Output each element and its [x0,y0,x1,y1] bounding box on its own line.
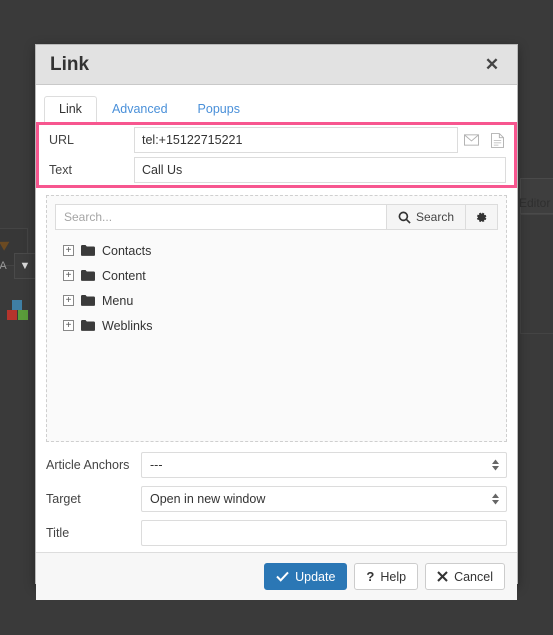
cancel-button-label: Cancel [454,569,493,584]
target-label: Target [46,492,81,506]
tree-item-weblinks[interactable]: + Weblinks [55,313,498,338]
expand-icon[interactable]: + [63,320,74,331]
tab-link[interactable]: Link [44,96,97,123]
gear-icon [475,211,488,224]
title-row: Title [46,518,507,548]
browser-options-button[interactable] [466,204,498,230]
dialog-body: Link Advanced Popups URL tel:+1512271522… [36,85,517,552]
folder-icon [81,295,95,306]
pencil-icon [0,237,12,251]
search-button[interactable]: Search [386,204,466,230]
text-field-row: Text [39,155,514,185]
help-button[interactable]: ? Help [354,563,419,590]
tree-item-label: Menu [102,293,134,308]
url-field-row: URL [39,125,514,155]
search-row: Search [55,204,498,230]
tab-popups[interactable]: Popups [183,96,255,123]
color-blocks-icon-red [7,310,17,320]
color-blocks-icon [12,300,22,310]
dialog-footer: Update ? Help Cancel [36,552,517,600]
link-browser-panel: Search + Contact [46,195,507,442]
article-anchors-row: Article Anchors --- [46,450,507,480]
tree-item-label: Contacts [102,243,152,258]
mail-icon[interactable] [458,127,484,153]
link-options: Article Anchors --- Target Open in new w… [36,442,517,548]
close-icon[interactable]: ✕ [481,54,503,76]
color-blocks-icon-green [18,310,28,320]
expand-icon[interactable]: + [63,270,74,281]
folder-icon [81,270,95,281]
search-input[interactable] [55,204,387,230]
update-button-label: Update [295,569,336,584]
expand-icon[interactable]: + [63,295,74,306]
x-icon [437,571,448,582]
url-input[interactable] [134,127,458,153]
link-text-input[interactable] [134,157,506,183]
page-title: Link [50,53,90,75]
tree-item-content[interactable]: + Content [55,263,498,288]
tab-advanced[interactable]: Advanced [97,96,183,123]
background-editor-body [520,214,553,334]
background-editor-label: Editor [519,196,551,210]
page-icon[interactable] [484,127,510,153]
background-font-letter: A [0,260,7,272]
article-anchors-label: Article Anchors [46,458,130,472]
tree-item-contacts[interactable]: + Contacts [55,238,498,263]
url-label: URL [49,133,75,147]
target-select[interactable]: Open in new window [141,486,507,512]
question-icon: ? [366,569,375,584]
tree-item-label: Content [102,268,146,283]
article-anchors-select[interactable]: --- [141,452,507,478]
search-icon [398,211,411,224]
link-fields-highlight: URL tel:+15122715221 Text Call Us [36,122,517,188]
tree-item-menu[interactable]: + Menu [55,288,498,313]
target-row: Target Open in new window [46,484,507,514]
link-tree: + Contacts + Content + Menu + Weblinks [55,238,498,338]
expand-icon[interactable]: + [63,245,74,256]
title-label: Title [46,526,70,540]
update-button[interactable]: Update [264,563,348,590]
text-label: Text [49,163,72,177]
folder-icon [81,245,95,256]
title-input[interactable] [141,520,507,546]
search-button-label: Search [415,210,454,224]
dialog-header: Link ✕ [36,45,517,85]
tree-item-label: Weblinks [102,318,153,333]
cancel-button[interactable]: Cancel [425,563,505,590]
check-icon [276,571,289,582]
help-button-label: Help [380,569,407,584]
folder-icon [81,320,95,331]
background-dropdown-caret: ▼ [14,253,36,279]
tab-bar: Link Advanced Popups [36,93,517,123]
link-dialog: Link ✕ Link Advanced Popups URL tel:+151… [35,44,518,600]
